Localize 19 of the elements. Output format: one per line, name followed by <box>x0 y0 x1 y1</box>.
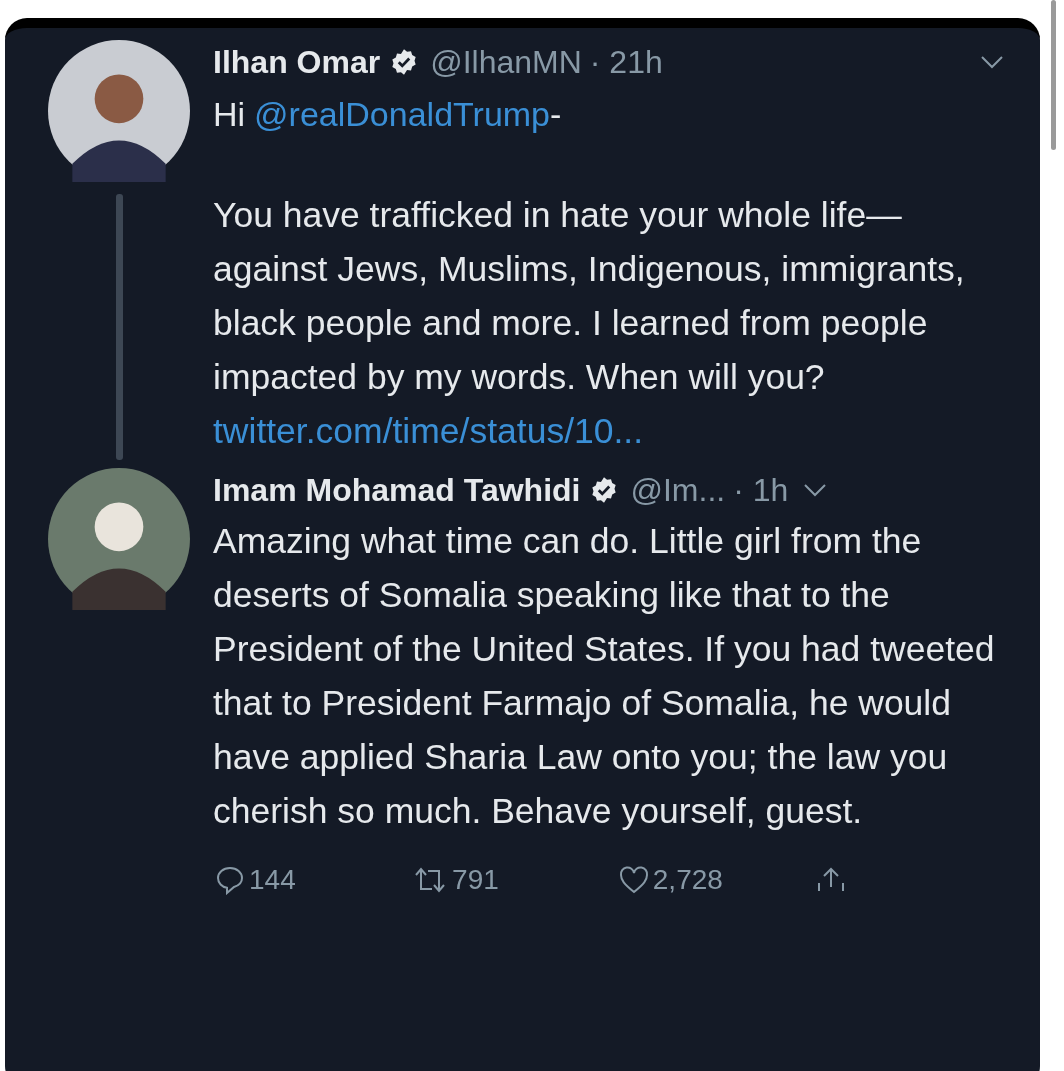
reply-icon[interactable] <box>215 865 245 895</box>
chevron-down-icon[interactable] <box>979 55 1005 69</box>
greeting-text: Hi <box>213 94 246 134</box>
user-name[interactable]: Imam Mohamad Tawhidi <box>213 471 581 509</box>
tweet-link[interactable]: twitter.com/time/status/10... <box>213 411 644 451</box>
tweet-text: You have trafficked in hate your whole life—against Jews, Muslims, Indigenous, immigrants, black people and more. I learned from people impacted by my words. When will you? twitter.com/time/status/10... <box>213 194 966 453</box>
mention-link[interactable]: @realDonaldTrump <box>254 94 551 134</box>
dash-text: - <box>550 94 562 134</box>
user-name[interactable]: Ilhan Omar <box>213 43 381 81</box>
chevron-down-icon[interactable] <box>802 483 829 497</box>
tweet-time: · 21h <box>589 43 663 81</box>
tweet-time: · 1h <box>733 471 789 509</box>
tweet-text: Amazing what time can do. Little girl from the deserts of Somalia speaking like that to the President of the United States. If you had tweeted that to President Farmajo of Somalia, he would have applied Sharia Law onto you; the law you cherish so much. Behave yourself, guest. <box>213 520 996 833</box>
user-handle[interactable]: @IlhanMN <box>430 43 582 81</box>
user-handle[interactable]: @Im... <box>630 471 726 509</box>
action-count: 144 <box>249 864 296 896</box>
heart-icon[interactable] <box>618 865 649 895</box>
action-count: 2,728 <box>652 864 723 896</box>
action-count: 791 <box>452 864 499 896</box>
